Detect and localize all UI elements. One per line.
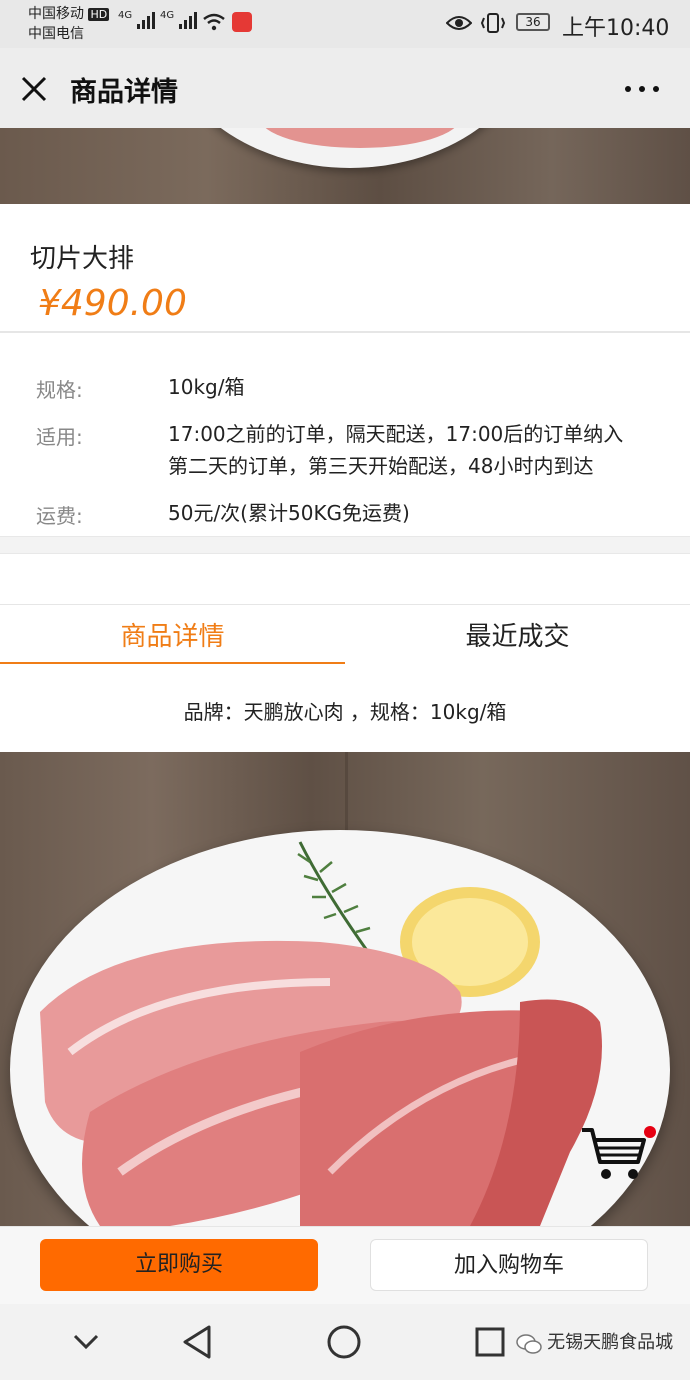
active-tab-indicator bbox=[0, 662, 345, 664]
tab-recent-deals[interactable]: 最近成交 bbox=[345, 616, 690, 653]
signal-bars-icon bbox=[179, 12, 198, 29]
signal-label-2: 4G bbox=[160, 10, 175, 21]
section-separator bbox=[0, 536, 690, 554]
signal-4g-1: 4G bbox=[118, 10, 156, 30]
product-name: 切片大排 bbox=[30, 244, 135, 274]
spec-value-applicable-line2: 第二天的订单，第三天开始配送，48小时内到达 bbox=[168, 454, 594, 478]
signal-4g-2: 4G bbox=[160, 10, 198, 30]
divider bbox=[0, 331, 690, 333]
page-title: 商品详情 bbox=[70, 77, 178, 108]
signal-label-1: 4G bbox=[118, 10, 133, 21]
status-clock: 上午10:40 bbox=[562, 16, 670, 41]
eye-icon bbox=[446, 16, 472, 30]
system-nav-bar: 无锡天鹏食品城 bbox=[0, 1304, 690, 1380]
back-triangle-icon[interactable] bbox=[180, 1324, 214, 1360]
spec-label-shipping: 运费: bbox=[36, 504, 83, 528]
spec-value-size: 10kg/箱 bbox=[168, 375, 245, 399]
floating-cart-button[interactable] bbox=[578, 1122, 656, 1188]
more-icon[interactable] bbox=[624, 84, 660, 94]
notification-app-icon bbox=[232, 12, 252, 32]
signal-bars-icon bbox=[137, 12, 156, 29]
add-to-cart-button[interactable]: 加入购物车 bbox=[370, 1239, 648, 1291]
carrier-name-2: 中国电信 bbox=[28, 26, 84, 42]
cart-badge bbox=[644, 1126, 656, 1138]
product-price: ¥490.00 bbox=[38, 283, 187, 324]
bottom-action-bar: 立即购买 加入购物车 bbox=[0, 1226, 690, 1305]
tab-product-details[interactable]: 商品详情 bbox=[0, 616, 345, 653]
product-gallery-image[interactable] bbox=[0, 128, 690, 204]
nav-bar: 商品详情 bbox=[0, 48, 690, 128]
tabs-top-border bbox=[0, 604, 690, 605]
brand-spec-line: 品牌：天鹏放心肉 ，规格：10kg/箱 bbox=[183, 700, 507, 724]
wechat-icon bbox=[516, 1333, 542, 1354]
wifi-icon bbox=[203, 13, 225, 31]
battery-level: 36 bbox=[525, 15, 541, 29]
watermark-text: 无锡天鹏食品城 bbox=[547, 1332, 674, 1353]
carrier-primary: 中国移动 HD bbox=[28, 4, 110, 25]
carrier-name-1: 中国移动 bbox=[28, 6, 84, 22]
product-detail-photo bbox=[0, 752, 690, 1226]
spec-value-applicable: 17:00之前的订单，隔天配送，17:00后的订单纳入 第二天的订单，第三天开始… bbox=[168, 418, 678, 482]
spec-value-applicable-line1: 17:00之前的订单，隔天配送，17:00后的订单纳入 bbox=[168, 422, 624, 446]
close-icon[interactable] bbox=[20, 75, 48, 103]
buy-now-button[interactable]: 立即购买 bbox=[40, 1239, 318, 1291]
home-circle-icon[interactable] bbox=[326, 1324, 362, 1360]
shopping-cart-icon bbox=[582, 1128, 646, 1179]
spec-label-size: 规格: bbox=[36, 378, 83, 402]
recent-apps-icon[interactable] bbox=[474, 1326, 506, 1358]
vibrate-icon bbox=[480, 13, 506, 33]
chevron-down-icon[interactable] bbox=[72, 1332, 100, 1352]
wechat-watermark: 无锡天鹏食品城 bbox=[516, 1328, 673, 1355]
spec-label-applicable: 适用: bbox=[36, 425, 83, 449]
battery-icon: 36 bbox=[516, 13, 550, 31]
spec-value-shipping: 50元/次(累计50KG免运费) bbox=[168, 501, 410, 525]
status-bar: 中国移动 HD 中国电信 4G 4G 36 上午10:40 bbox=[0, 0, 690, 48]
hd-badge: HD bbox=[88, 8, 110, 21]
